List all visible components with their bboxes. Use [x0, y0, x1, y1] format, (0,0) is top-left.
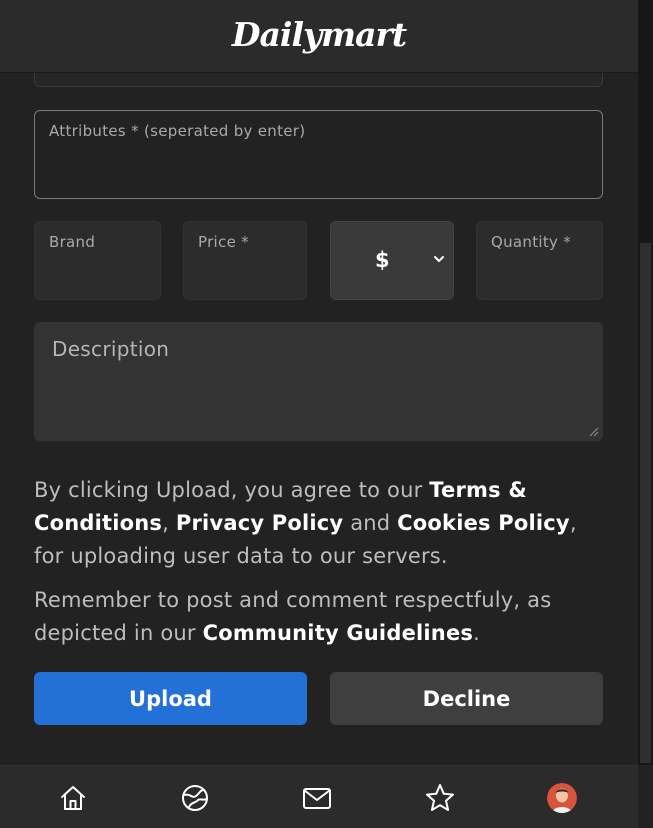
profile-avatar-icon	[547, 783, 577, 813]
quantity-field[interactable]: Quantity *	[476, 221, 603, 300]
app-logo[interactable]: Dailymart	[232, 15, 407, 54]
remember-suffix: .	[473, 621, 480, 645]
decline-button[interactable]: Decline	[330, 672, 603, 725]
description-placeholder: Description	[52, 337, 170, 361]
attributes-field[interactable]: Attributes * (seperated by enter)	[34, 110, 603, 199]
agreement-comma: ,	[162, 511, 176, 535]
nav-mail[interactable]	[301, 782, 333, 814]
attributes-label: Attributes * (seperated by enter)	[49, 122, 306, 140]
brand-field[interactable]: Brand	[34, 221, 161, 300]
nav-favorites[interactable]	[424, 782, 456, 814]
chevron-down-icon	[434, 256, 444, 262]
agreement-prefix: By clicking Upload, you agree to our	[34, 478, 430, 502]
explore-icon	[182, 785, 208, 811]
nav-explore[interactable]	[179, 782, 211, 814]
mail-icon	[303, 788, 331, 809]
agreement-text: By clicking Upload, you agree to our Ter…	[34, 474, 609, 573]
bottom-nav	[0, 765, 638, 828]
remember-text: Remember to post and comment respectfuly…	[34, 584, 609, 650]
nav-home[interactable]	[57, 782, 89, 814]
price-label: Price *	[198, 233, 249, 251]
star-icon	[426, 784, 454, 811]
brand-label: Brand	[49, 233, 96, 251]
currency-select[interactable]: $	[330, 221, 454, 300]
price-field[interactable]: Price *	[183, 221, 307, 300]
currency-value: $	[375, 248, 390, 272]
cookies-link[interactable]: Cookies Policy	[397, 511, 570, 535]
resize-grip-icon[interactable]	[589, 427, 599, 437]
agreement-and: and	[343, 511, 398, 535]
guidelines-link[interactable]: Community Guidelines	[203, 621, 474, 645]
privacy-link[interactable]: Privacy Policy	[176, 511, 343, 535]
page: Dailymart Attributes * (seperated by ent…	[0, 0, 653, 828]
description-textarea[interactable]: Description	[34, 322, 603, 441]
scrollbar[interactable]	[638, 0, 653, 765]
scrollbar-thumb[interactable]	[640, 243, 651, 763]
upload-button[interactable]: Upload	[34, 672, 307, 725]
home-icon	[61, 786, 85, 810]
quantity-label: Quantity *	[491, 233, 572, 251]
app-header: Dailymart	[0, 0, 638, 73]
avatar[interactable]	[547, 783, 577, 813]
